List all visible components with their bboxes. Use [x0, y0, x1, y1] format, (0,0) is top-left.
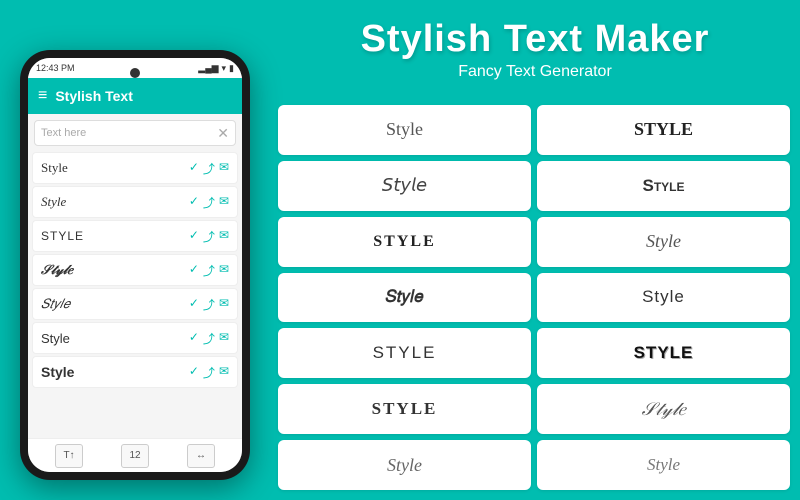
list-item-text: Style: [41, 194, 66, 210]
list-item-actions: ✓ ⤴ ✉: [189, 194, 229, 211]
style-grid: Style STYLE 𝘚𝘵𝘺𝘭𝘦 Style STYLE Style 𝑆𝑡𝑦𝑙…: [278, 105, 790, 490]
list-item-text: 𝒮𝓉𝓎𝓁𝑒: [41, 262, 73, 278]
status-time: 12:43 PM: [36, 63, 75, 73]
grid-item[interactable]: Style: [537, 273, 790, 323]
style-text: STYLE: [634, 119, 693, 140]
style-text: Style: [642, 287, 685, 307]
style-text: Style: [647, 455, 680, 475]
app-title: Stylish Text Maker: [290, 18, 780, 61]
list-item-text: STYLE: [41, 229, 84, 243]
list-item-actions: ✓ ⤴ ✉: [189, 330, 229, 347]
list-item-actions: ✓ ⤴ ✉: [189, 364, 229, 381]
share-icon[interactable]: ⤴: [203, 330, 215, 347]
copy-icon[interactable]: ✓: [189, 262, 199, 279]
grid-item[interactable]: STYLE: [278, 328, 531, 378]
style-text: 𝑆𝑡𝑦𝑙𝑒: [386, 287, 424, 307]
style-text: Style: [386, 119, 423, 140]
copy-icon[interactable]: ✓: [189, 330, 199, 347]
battery-icon: ▮: [229, 63, 234, 74]
style-text: STYLE: [373, 343, 437, 363]
app-bar: ≡ Stylish Text: [28, 78, 242, 114]
list-item-text: Style: [41, 331, 70, 346]
grid-item[interactable]: Style: [537, 440, 790, 490]
search-bar[interactable]: Text here ✕: [34, 120, 236, 146]
share-icon[interactable]: ⤴: [203, 160, 215, 177]
style-text: 𝒮𝓉𝓎𝓁𝑒: [642, 399, 686, 420]
list-item[interactable]: Style ✓ ⤴ ✉: [32, 322, 238, 354]
list-item-text: 𝑆𝑡𝑦𝑙𝑒: [41, 296, 70, 312]
list-item[interactable]: 𝒮𝓉𝓎𝓁𝑒 ✓ ⤴ ✉: [32, 254, 238, 286]
grid-item[interactable]: 𝘚𝘵𝘺𝘭𝘦: [278, 161, 531, 211]
app-subtitle: Fancy Text Generator: [290, 63, 780, 81]
style-text: Style: [646, 231, 681, 252]
list-item-actions: ✓ ⤴ ✉: [189, 296, 229, 313]
grid-item[interactable]: STYLE: [278, 217, 531, 267]
list-item[interactable]: Style ✓ ⤴ ✉: [32, 152, 238, 184]
status-icons: ▂▄▆ ▾ ▮: [198, 63, 234, 74]
wifi-icon: ▾: [222, 63, 227, 74]
share-icon[interactable]: ⤴: [203, 364, 215, 381]
grid-item[interactable]: STYLE: [537, 105, 790, 155]
copy-icon[interactable]: ✓: [189, 194, 199, 211]
style-text: STYLE: [634, 343, 694, 363]
grid-item[interactable]: 𝑆𝑡𝑦𝑙𝑒: [278, 273, 531, 323]
font-size-button[interactable]: T↑: [55, 444, 83, 468]
fav-icon[interactable]: ✉: [219, 330, 229, 347]
list-item-actions: ✓ ⤴ ✉: [189, 262, 229, 279]
style-text: Style: [387, 455, 422, 476]
copy-icon[interactable]: ✓: [189, 296, 199, 313]
grid-item[interactable]: Style: [278, 440, 531, 490]
grid-item[interactable]: Style: [537, 217, 790, 267]
phone-mockup: 12:43 PM ▂▄▆ ▾ ▮ ≡ Stylish Text Text her…: [20, 50, 250, 480]
list-item-actions: ✓ ⤴ ✉: [189, 160, 229, 177]
signal-icon: ▂▄▆: [198, 63, 218, 74]
header-section: Stylish Text Maker Fancy Text Generator: [290, 18, 780, 81]
fav-icon[interactable]: ✉: [219, 364, 229, 381]
fav-icon[interactable]: ✉: [219, 160, 229, 177]
app-bar-title: Stylish Text: [55, 88, 133, 104]
fav-icon[interactable]: ✉: [219, 194, 229, 211]
list-item-text: Style: [41, 160, 68, 176]
share-icon[interactable]: ⤴: [203, 262, 215, 279]
list-item[interactable]: Style ✓ ⤴ ✉: [32, 356, 238, 388]
style-text: 𝘚𝘵𝘺𝘭𝘦: [382, 175, 427, 196]
grid-item[interactable]: 𝒮𝓉𝓎𝓁𝑒: [537, 384, 790, 434]
style-text: STYLE: [373, 233, 435, 251]
clear-icon[interactable]: ✕: [217, 125, 229, 142]
hamburger-icon[interactable]: ≡: [38, 87, 47, 105]
search-placeholder: Text here: [41, 127, 86, 139]
fav-icon[interactable]: ✉: [219, 228, 229, 245]
fav-icon[interactable]: ✉: [219, 296, 229, 313]
grid-item[interactable]: Style: [278, 105, 531, 155]
bottom-toolbar: T↑ 12 ↔: [28, 438, 242, 472]
list-item[interactable]: STYLE ✓ ⤴ ✉: [32, 220, 238, 252]
copy-icon[interactable]: ✓: [189, 228, 199, 245]
grid-item[interactable]: STYLE: [537, 328, 790, 378]
list-item[interactable]: 𝑆𝑡𝑦𝑙𝑒 ✓ ⤴ ✉: [32, 288, 238, 320]
list-item[interactable]: Style ✓ ⤴ ✉: [32, 186, 238, 218]
list-item-actions: ✓ ⤴ ✉: [189, 228, 229, 245]
copy-icon[interactable]: ✓: [189, 364, 199, 381]
share-icon[interactable]: ⤴: [203, 228, 215, 245]
copy-icon[interactable]: ✓: [189, 160, 199, 177]
phone-screen: 12:43 PM ▂▄▆ ▾ ▮ ≡ Stylish Text Text her…: [28, 58, 242, 472]
share-icon[interactable]: ⤴: [203, 194, 215, 211]
list-item-text: Style: [41, 364, 74, 380]
phone-camera: [130, 68, 140, 78]
style-text: STYLE: [372, 399, 438, 419]
grid-item[interactable]: Style: [537, 161, 790, 211]
number-button[interactable]: 12: [121, 444, 149, 468]
expand-button[interactable]: ↔: [187, 444, 215, 468]
style-list: Style ✓ ⤴ ✉ Style ✓ ⤴ ✉ STYL: [28, 152, 242, 438]
grid-item[interactable]: STYLE: [278, 384, 531, 434]
style-text: Style: [642, 176, 684, 196]
phone-frame: 12:43 PM ▂▄▆ ▾ ▮ ≡ Stylish Text Text her…: [20, 50, 250, 480]
fav-icon[interactable]: ✉: [219, 262, 229, 279]
share-icon[interactable]: ⤴: [203, 296, 215, 313]
